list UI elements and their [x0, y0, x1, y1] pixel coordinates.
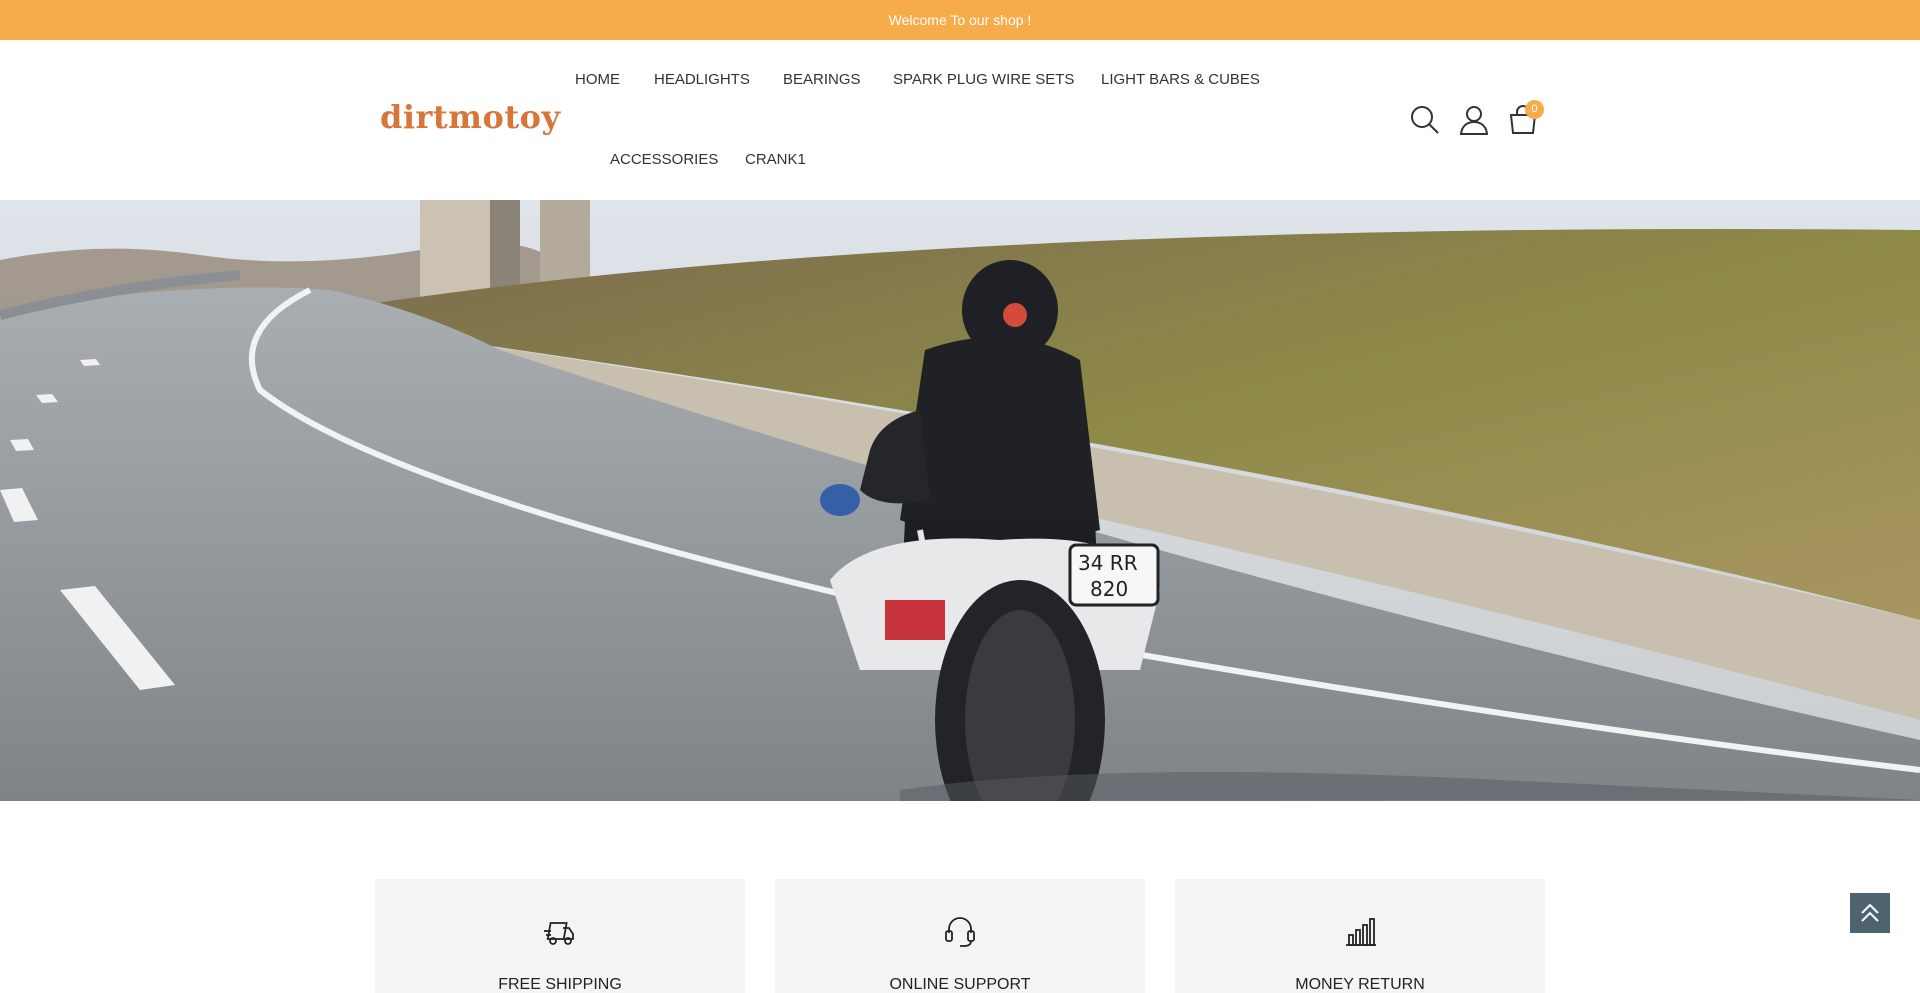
truck-icon: [543, 915, 577, 949]
nav-item-headlights[interactable]: HEADLIGHTS: [654, 71, 750, 88]
welcome-bar: Welcome To our shop !: [0, 0, 1920, 40]
double-chevron-up-icon: [1861, 903, 1879, 922]
site-header: dirtmotoy HOME HEADLIGHTS BEARINGS SPARK…: [0, 40, 1920, 200]
feature-label: ONLINE SUPPORT: [889, 976, 1031, 993]
bar-chart-icon: [1343, 915, 1377, 949]
cart-count-badge: 0: [1525, 100, 1544, 119]
nav-item-home[interactable]: HOME: [575, 71, 620, 88]
scroll-to-top-button[interactable]: [1850, 893, 1890, 933]
nav-item-accessories[interactable]: ACCESSORIES: [610, 151, 718, 168]
nav-item-bearings[interactable]: BEARINGS: [783, 71, 861, 88]
nav-item-spark-plug-wire-sets[interactable]: SPARK PLUG WIRE SETS: [893, 71, 1074, 88]
feature-label: MONEY RETURN: [1295, 976, 1425, 993]
welcome-text: Welcome To our shop !: [888, 12, 1032, 28]
nav-item-crank1[interactable]: CRANK1: [745, 151, 806, 168]
search-icon[interactable]: [1409, 104, 1441, 136]
site-logo[interactable]: dirtmotoy: [380, 98, 561, 136]
svg-text:820: 820: [1090, 577, 1128, 601]
headset-icon: [943, 915, 977, 949]
user-icon[interactable]: [1458, 104, 1490, 136]
nav-item-light-bars-cubes[interactable]: LIGHT BARS & CUBES: [1101, 71, 1260, 88]
feature-label: FREE SHIPPING: [498, 976, 622, 993]
hero-banner[interactable]: 34 RR 820: [0, 200, 1920, 801]
feature-money-return: MONEY RETURN: [1175, 879, 1545, 993]
feature-free-shipping: FREE SHIPPING: [375, 879, 745, 993]
hero-image: 34 RR 820: [0, 200, 1920, 801]
feature-online-support: ONLINE SUPPORT: [775, 879, 1145, 993]
svg-text:34 RR: 34 RR: [1078, 551, 1138, 575]
